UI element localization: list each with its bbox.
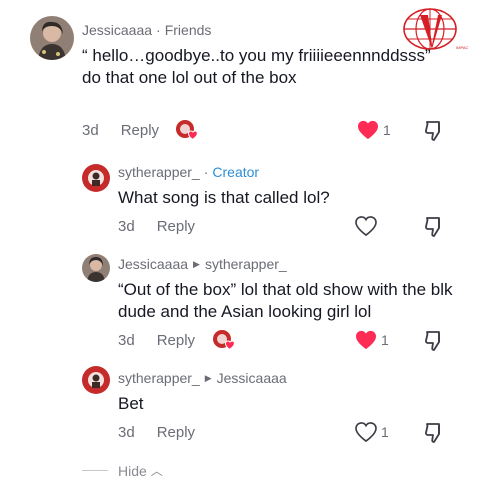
reply-button[interactable]: Reply <box>121 122 159 139</box>
comment-text: “ hello…goodbye..to you my friiiieeennnd… <box>82 46 431 87</box>
like-count: 1 <box>381 332 389 348</box>
comment-meta: sytherapper_ ▶ Jessicaaaa <box>118 370 287 386</box>
reply-button[interactable]: Reply <box>157 332 195 349</box>
like-count: 1 <box>381 424 389 440</box>
heart-icon <box>355 216 377 236</box>
comment-item: Jessicaaaa · Friends “ hello…goodbye..to… <box>0 0 480 150</box>
timestamp: 3d <box>82 122 99 139</box>
hide-label: Hide <box>118 462 147 479</box>
avatar[interactable] <box>82 254 110 282</box>
creator-liked-avatar <box>175 119 199 141</box>
dislike-button[interactable] <box>424 330 444 352</box>
reply-to-username[interactable]: Jessicaaaa <box>217 370 287 386</box>
comment-text: “Out of the box” lol that old show with … <box>118 280 453 321</box>
thumbs-down-icon <box>425 423 440 443</box>
reply-item: sytherapper_ · Creator What song is that… <box>0 150 480 250</box>
separator: · <box>203 164 209 180</box>
divider <box>82 470 108 471</box>
thumbs-down-icon <box>425 217 440 237</box>
comment-actions: 3d Reply <box>82 122 159 139</box>
heart-icon <box>356 330 376 350</box>
avatar[interactable] <box>82 366 110 394</box>
like-button[interactable]: 1 <box>355 330 389 350</box>
chevron-up-icon: ︿ <box>150 464 163 478</box>
like-button[interactable] <box>355 216 377 236</box>
comment-meta: sytherapper_ · Creator <box>118 164 259 180</box>
username[interactable]: sytherapper_ <box>118 164 200 180</box>
comment-actions: 3d Reply <box>118 424 195 441</box>
like-count: 1 <box>383 122 391 138</box>
creator-liked-avatar <box>212 329 236 351</box>
comment-text: What song is that called lol? <box>118 188 330 207</box>
avatar[interactable] <box>82 164 110 192</box>
avatar[interactable] <box>30 16 74 60</box>
hide-replies-button[interactable]: Hide ︿ <box>82 462 163 479</box>
reply-button[interactable]: Reply <box>157 424 195 441</box>
username[interactable]: Jessicaaaa <box>82 22 152 38</box>
comment-actions: 3d Reply <box>118 332 195 349</box>
reply-item: Jessicaaaa ▶ sytherapper_ “Out of the bo… <box>0 250 480 362</box>
username[interactable]: Jessicaaaa <box>118 256 188 272</box>
comment-actions: 3d Reply <box>118 218 195 235</box>
comment-meta: Jessicaaaa · Friends <box>82 22 211 38</box>
triangle-right-icon: ▶ <box>193 258 200 269</box>
dislike-button[interactable] <box>424 422 444 444</box>
triangle-right-icon: ▶ <box>204 372 212 383</box>
reply-to-username[interactable]: sytherapper_ <box>205 256 287 272</box>
separator: · <box>156 22 161 38</box>
heart-icon <box>355 422 377 442</box>
timestamp: 3d <box>118 424 135 441</box>
timestamp: 3d <box>118 218 135 235</box>
thumbs-down-icon <box>425 121 440 141</box>
comment-meta: Jessicaaaa ▶ sytherapper_ <box>118 256 287 272</box>
dislike-button[interactable] <box>424 120 444 142</box>
heart-icon <box>358 120 378 140</box>
reply-button[interactable]: Reply <box>157 218 195 235</box>
username[interactable]: sytherapper_ <box>118 370 200 386</box>
timestamp: 3d <box>118 332 135 349</box>
like-button[interactable]: 1 <box>357 120 391 140</box>
thumbs-down-icon <box>425 331 440 351</box>
comment-text: Bet <box>118 394 144 413</box>
friends-badge: Friends <box>164 22 212 38</box>
reply-item: sytherapper_ ▶ Jessicaaaa Bet 3d Reply 1 <box>0 362 480 452</box>
dislike-button[interactable] <box>424 216 444 238</box>
like-button[interactable]: 1 <box>355 422 389 442</box>
creator-badge: Creator <box>212 164 260 180</box>
